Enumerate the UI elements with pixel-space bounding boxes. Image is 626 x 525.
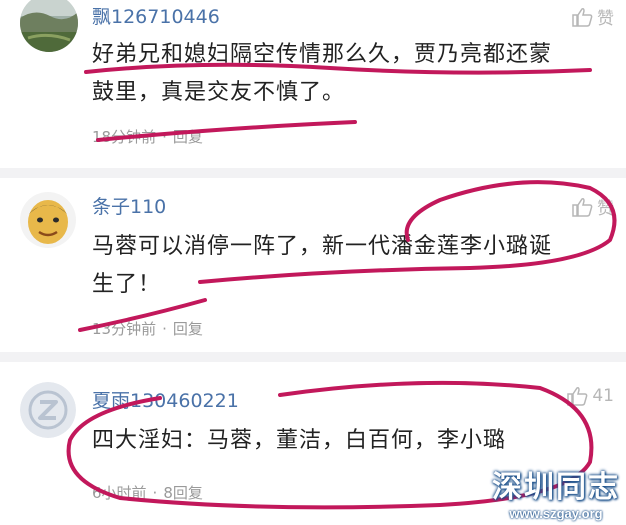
comment-1: 飘126710446 赞 好弟兄和媳妇隔空传情那么久，贾乃亮都还蒙 鼓里，真是交… <box>0 0 626 168</box>
comment-meta: 13分钟前 · 回复 <box>92 318 203 339</box>
comment-meta: 18分钟前 · 回复 <box>92 126 203 147</box>
reply-link[interactable]: 8回复 <box>163 484 203 502</box>
divider <box>0 168 626 178</box>
cartoon-face-avatar <box>20 192 76 248</box>
avatar[interactable] <box>20 192 76 248</box>
comment-line: 好弟兄和媳妇隔空传情那么久，贾乃亮都还蒙 <box>92 42 553 67</box>
timestamp: 13分钟前 <box>92 320 157 338</box>
thumbs-up-icon <box>567 387 588 406</box>
watermark-url: www.szgay.org <box>509 506 603 521</box>
username[interactable]: 条子110 <box>92 192 166 219</box>
comment-body: 马蓉可以消停一阵了，新一代潘金莲李小璐诞 生了！ <box>92 228 602 304</box>
username[interactable]: 夏雨130460221 <box>92 386 239 413</box>
reply-link[interactable]: 回复 <box>173 320 203 338</box>
username[interactable]: 飘126710446 <box>92 2 220 29</box>
thumbs-up-icon <box>572 7 593 27</box>
reply-link[interactable]: 回复 <box>173 128 203 146</box>
default-avatar-icon <box>20 382 76 438</box>
separator-dot: · <box>162 320 167 338</box>
watermark: 深圳同志 www.szgay.org <box>492 462 620 521</box>
like-button[interactable]: 赞 <box>571 194 614 219</box>
comment-body: 好弟兄和媳妇隔空传情那么久，贾乃亮都还蒙 鼓里，真是交友不慎了。 <box>92 36 602 112</box>
timestamp: 18分钟前 <box>92 128 157 146</box>
comment-line: 鼓里，真是交友不慎了。 <box>92 80 346 105</box>
like-label: 赞 <box>597 9 614 29</box>
separator-dot: · <box>162 128 167 146</box>
comment-meta: 6小时前 · 8回复 <box>92 482 203 503</box>
like-button[interactable]: 41 <box>566 386 614 406</box>
watermark-name: 深圳同志 <box>492 470 620 505</box>
like-button[interactable]: 赞 <box>571 4 614 29</box>
comment-line: 四大淫妇：马蓉，董洁，白百何，李小璐 <box>92 428 507 453</box>
landscape-avatar-image <box>20 0 78 52</box>
comment-line: 生了！ <box>92 272 162 297</box>
timestamp: 6小时前 <box>92 484 147 502</box>
separator-dot: · <box>152 484 158 502</box>
thumbs-up-icon <box>572 197 593 217</box>
like-label: 赞 <box>597 199 614 219</box>
comment-body: 四大淫妇：马蓉，董洁，白百何，李小璐 <box>92 422 602 460</box>
comment-line: 马蓉可以消停一阵了，新一代潘金莲李小璐诞 <box>92 234 553 259</box>
comment-2: 条子110 赞 马蓉可以消停一阵了，新一代潘金莲李小璐诞 生了！ 13分钟前 · 回… <box>0 178 626 350</box>
divider <box>0 352 626 362</box>
like-count: 41 <box>592 386 614 406</box>
avatar[interactable] <box>20 0 78 52</box>
avatar[interactable] <box>20 382 76 438</box>
